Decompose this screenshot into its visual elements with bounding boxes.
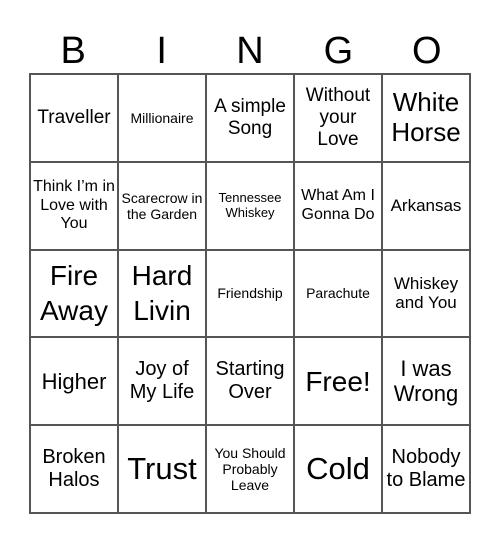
bingo-cell[interactable]: Traveller bbox=[30, 74, 118, 162]
header-letter-b: B bbox=[60, 30, 86, 72]
header-letter-o: O bbox=[412, 30, 442, 72]
bingo-cell[interactable]: Friendship bbox=[206, 249, 294, 338]
bingo-cell[interactable]: Whiskey and You bbox=[382, 249, 470, 338]
bingo-cell[interactable]: Think I’m in Love with You bbox=[30, 161, 118, 250]
bingo-cell[interactable]: I was Wrong bbox=[382, 337, 470, 426]
bingo-cell[interactable]: Arkansas bbox=[382, 161, 470, 250]
bingo-cell[interactable]: Hard Livin bbox=[118, 249, 206, 338]
bingo-cell[interactable]: Without your Love bbox=[294, 74, 382, 162]
bingo-cell[interactable]: White Horse bbox=[382, 74, 470, 162]
bingo-header: B I N G O bbox=[29, 30, 471, 73]
bingo-grid: Traveller Millionaire A simple Song With… bbox=[29, 73, 471, 514]
header-letter-i: I bbox=[156, 30, 167, 72]
bingo-cell[interactable]: Millionaire bbox=[118, 74, 206, 162]
header-letter-g: G bbox=[323, 30, 354, 72]
header-letter-n: N bbox=[236, 30, 264, 72]
bingo-cell[interactable]: Joy of My Life bbox=[118, 337, 206, 426]
bingo-cell[interactable]: Higher bbox=[30, 337, 118, 426]
bingo-cell[interactable]: You Should Probably Leave bbox=[206, 425, 294, 513]
bingo-cell[interactable]: Cold bbox=[294, 425, 382, 513]
bingo-cell[interactable]: Starting Over bbox=[206, 337, 294, 426]
bingo-cell[interactable]: Fire Away bbox=[30, 249, 118, 338]
bingo-cell[interactable]: Scarecrow in the Garden bbox=[118, 161, 206, 250]
bingo-cell[interactable]: Trust bbox=[118, 425, 206, 513]
bingo-cell[interactable]: What Am I Gonna Do bbox=[294, 161, 382, 250]
bingo-cell[interactable]: Tennessee Whiskey bbox=[206, 161, 294, 250]
bingo-cell[interactable]: Parachute bbox=[294, 249, 382, 338]
bingo-cell[interactable]: Nobody to Blame bbox=[382, 425, 470, 513]
bingo-cell[interactable]: Broken Halos bbox=[30, 425, 118, 513]
bingo-cell-free[interactable]: Free! bbox=[294, 337, 382, 426]
bingo-cell[interactable]: A simple Song bbox=[206, 74, 294, 162]
